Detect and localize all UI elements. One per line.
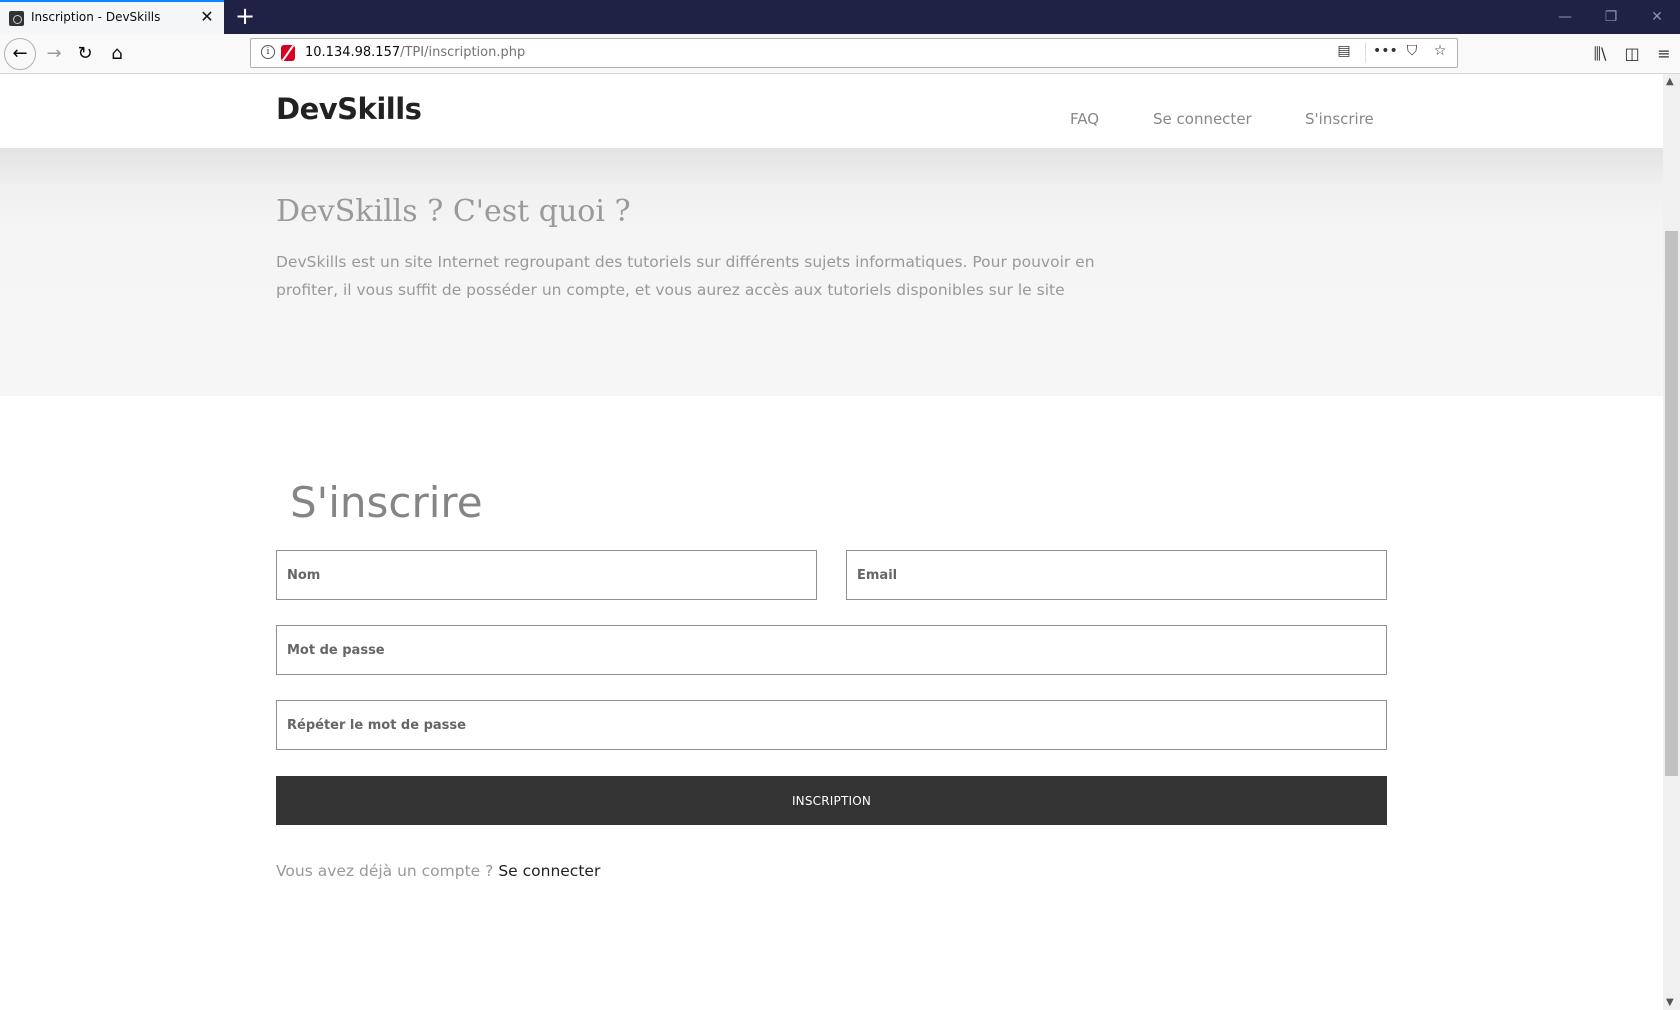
new-tab-button[interactable]: +	[231, 2, 259, 30]
url-actions: ▤ ••• ⛉ ☆	[1333, 43, 1451, 63]
page-viewport: DevSkills FAQ Se connecter S'inscrire De…	[0, 74, 1663, 998]
login-link[interactable]: Se connecter	[498, 862, 600, 880]
back-button[interactable]: ←	[4, 38, 36, 70]
address-bar[interactable]: i 10.134.98.157/TPI/inscription.php ▤ ••…	[250, 38, 1458, 68]
nav-signup[interactable]: S'inscrire	[1305, 110, 1374, 128]
insecure-lock-icon[interactable]	[281, 45, 295, 61]
url-text[interactable]: 10.134.98.157/TPI/inscription.php	[305, 45, 525, 60]
signup-button[interactable]: INSCRIPTION	[276, 776, 1387, 825]
vertical-scrollbar[interactable]: ▲ ▼	[1663, 74, 1680, 1010]
tab-strip: Inscription - DevSkills ✕ + — ❐ ✕	[0, 0, 1680, 34]
signup-section: S'inscrire INSCRIPTION Vous avez déjà un…	[0, 396, 1663, 998]
forward-button[interactable]: →	[38, 38, 70, 70]
signup-title: S'inscrire	[290, 478, 483, 527]
repeat-password-input[interactable]	[276, 700, 1387, 750]
reload-button[interactable]: ↻	[69, 38, 101, 70]
info-icon[interactable]: i	[261, 45, 275, 59]
login-prompt: Vous avez déjà un compte ? Se connecter	[276, 862, 600, 880]
tab-title: Inscription - DevSkills	[31, 10, 161, 24]
bookmark-star-icon[interactable]: ☆	[1429, 43, 1451, 63]
email-input[interactable]	[846, 550, 1387, 600]
home-button[interactable]: ⌂	[101, 38, 133, 70]
window-controls: — ❐ ✕	[1542, 0, 1680, 34]
browser-tab[interactable]: Inscription - DevSkills ✕	[0, 0, 224, 34]
name-input[interactable]	[276, 550, 817, 600]
site-logo[interactable]: DevSkills	[276, 92, 422, 126]
close-tab-icon[interactable]: ✕	[198, 7, 216, 27]
nav-faq[interactable]: FAQ	[1070, 110, 1099, 128]
about-text: DevSkills est un site Internet regroupan…	[276, 253, 1095, 299]
restore-button[interactable]: ❐	[1588, 0, 1634, 34]
minimize-button[interactable]: —	[1542, 0, 1588, 34]
url-path: /TPI/inscription.php	[400, 45, 526, 60]
favicon-icon	[9, 11, 24, 26]
scrollbar-thumb[interactable]	[1665, 231, 1678, 776]
about-title: DevSkills ? C'est quoi ?	[276, 194, 631, 229]
login-prompt-text: Vous avez déjà un compte ?	[276, 862, 499, 880]
browser-toolbar: ← → ↻ ⌂ i 10.134.98.157/TPI/inscription.…	[0, 34, 1680, 74]
page-actions-icon[interactable]: •••	[1373, 43, 1398, 63]
site-header: DevSkills FAQ Se connecter S'inscrire	[0, 74, 1663, 148]
about-section: DevSkills ? C'est quoi ? DevSkills est u…	[0, 148, 1663, 396]
menu-icon[interactable]: ≡	[1648, 38, 1680, 70]
reader-view-icon[interactable]: ▤	[1333, 43, 1355, 63]
close-window-button[interactable]: ✕	[1634, 0, 1680, 34]
url-host: 10.134.98.157	[305, 45, 401, 60]
scroll-up-icon[interactable]: ▲	[1666, 76, 1674, 87]
scroll-down-icon[interactable]: ▼	[1666, 997, 1674, 1008]
password-input[interactable]	[276, 625, 1387, 675]
nav-login[interactable]: Se connecter	[1153, 110, 1252, 128]
toolbar-right: ⫼\ ◫ ≡	[1584, 38, 1680, 70]
pocket-icon[interactable]: ⛉	[1401, 43, 1423, 63]
sidebar-icon[interactable]: ◫	[1616, 38, 1648, 70]
library-icon[interactable]: ⫼\	[1584, 38, 1616, 70]
